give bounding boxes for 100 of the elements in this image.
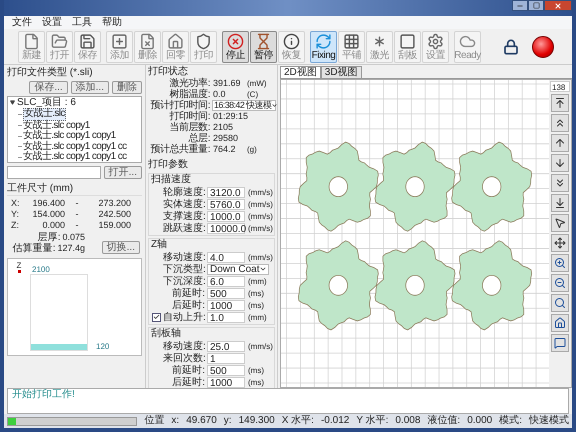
- dash-label: -: [74, 198, 80, 209]
- tree-item[interactable]: 女战士.slc copy1: [23, 120, 90, 131]
- param-field[interactable]: 10000.0: [207, 222, 245, 234]
- lock-icon[interactable]: [503, 38, 519, 54]
- close-icon[interactable]: [544, 0, 572, 11]
- layer-field[interactable]: 138: [550, 81, 570, 92]
- status-value: 764.2: [213, 144, 237, 155]
- status-text: 0.000: [467, 416, 492, 426]
- param-field[interactable]: 3120.0: [207, 186, 245, 198]
- unit-label: (mW): [247, 78, 267, 89]
- zoom-out-icon[interactable]: [551, 274, 569, 292]
- file-button[interactable]: 添加...: [70, 81, 109, 94]
- status-label: 打印时间:: [168, 111, 210, 122]
- part-slice[interactable]: [451, 142, 532, 232]
- minimize-icon[interactable]: [512, 0, 528, 11]
- part-slice[interactable]: [298, 240, 379, 330]
- double-down-icon[interactable]: [551, 174, 569, 192]
- dropdown-caret-icon[interactable]: [271, 102, 278, 109]
- param-field[interactable]: 25.0: [207, 340, 245, 352]
- toolbar-button[interactable]: 停止: [222, 30, 249, 62]
- file-button[interactable]: 删除: [112, 81, 142, 94]
- param-label: 下沉类型:: [163, 264, 205, 274]
- tree-item[interactable]: 女战士.slc copy1 copy1 cc: [23, 152, 127, 162]
- param-label: 移动速度:: [163, 340, 205, 352]
- zoom-in-icon[interactable]: [551, 254, 569, 272]
- param-label: 支撑速度:: [163, 210, 205, 222]
- panel-title: 打印文件类型 (*.sli): [7, 67, 94, 79]
- file-button[interactable]: 保存...: [29, 81, 68, 94]
- log-line: 开始打印工作!: [12, 389, 76, 401]
- unit-label: (mm/s): [248, 222, 273, 234]
- home-icon[interactable]: [551, 314, 569, 332]
- dropdown-caret-icon[interactable]: [259, 265, 268, 273]
- top-value: 2100: [32, 265, 51, 274]
- menu-item[interactable]: 工具: [72, 17, 92, 28]
- param-field[interactable]: 1000: [207, 300, 245, 310]
- path-field[interactable]: [7, 166, 101, 179]
- menu-item[interactable]: 帮助: [102, 17, 122, 28]
- status-text: y:: [224, 416, 232, 426]
- param-select[interactable]: Down Coat: [207, 264, 269, 274]
- status-label: 当前层数:: [168, 122, 210, 133]
- toolbar-button[interactable]: 暂停: [250, 30, 277, 62]
- menu-item[interactable]: 文件: [12, 17, 32, 28]
- tree-item[interactable]: SLC_项目 : 6: [17, 97, 76, 108]
- move-icon[interactable]: [551, 234, 569, 252]
- part-slice[interactable]: [451, 240, 532, 330]
- param-field[interactable]: 6.0: [207, 276, 245, 286]
- estimate-select[interactable]: 16:38:42 快速模: [212, 100, 276, 111]
- tree-toggle-icon[interactable]: [10, 100, 15, 105]
- plus-icon: [111, 32, 128, 50]
- param-field[interactable]: 5760.0: [207, 198, 245, 210]
- open-button[interactable]: 打开...: [104, 166, 142, 179]
- message-icon[interactable]: [551, 334, 569, 352]
- part-slice[interactable]: [374, 142, 456, 232]
- tree-item[interactable]: 女战士.slc: [23, 108, 66, 120]
- auto-rise-checkbox[interactable]: [152, 312, 160, 322]
- view-tab[interactable]: 3D视图: [320, 66, 362, 78]
- tree-item[interactable]: 女战士.slc copy1 copy1: [23, 131, 116, 142]
- param-label: 下沉深度:: [163, 276, 205, 286]
- part-slice[interactable]: [298, 142, 379, 232]
- view-tab[interactable]: 2D视图: [280, 66, 321, 78]
- pointer-icon[interactable]: [551, 214, 569, 232]
- settings-icon: [427, 32, 444, 50]
- tree-item[interactable]: 女战士.slc copy1 copy1 cc: [23, 142, 127, 152]
- unit-label: (mm): [248, 312, 267, 322]
- bottom-value: 120: [96, 342, 110, 351]
- status-value: 0.0: [213, 89, 227, 100]
- param-label: 来回次数:: [163, 352, 205, 364]
- floppy-icon: [79, 32, 96, 50]
- unit-label: (C): [247, 89, 258, 100]
- param-field[interactable]: 500: [207, 288, 245, 298]
- status-label: 总层:: [188, 133, 210, 144]
- param-field[interactable]: 4.0: [207, 252, 245, 262]
- hourglass-icon: [255, 32, 272, 50]
- min-value: 0.000: [41, 220, 65, 231]
- param-field[interactable]: 500: [207, 364, 245, 376]
- toolbar-button[interactable]: Fixing: [310, 30, 337, 62]
- status-value: 01:29:15: [213, 111, 247, 122]
- emergency-stop-icon[interactable]: [532, 36, 554, 58]
- status-label: 树脂温度:: [170, 89, 210, 100]
- switch-button[interactable]: 切换...: [102, 241, 140, 254]
- double-up-icon[interactable]: [551, 114, 569, 132]
- param-field[interactable]: 1000: [207, 376, 245, 388]
- axis-label: Y:: [11, 209, 20, 220]
- search-icon[interactable]: [551, 294, 569, 312]
- arrow-up-icon[interactable]: [551, 134, 569, 152]
- part-slice[interactable]: [374, 240, 456, 330]
- house-icon: [167, 32, 184, 50]
- status-text: X 水平:: [282, 416, 314, 426]
- menu-item[interactable]: 设置: [42, 17, 62, 28]
- param-field[interactable]: 1: [207, 352, 245, 364]
- stop-icon: [227, 32, 244, 50]
- maximize-icon[interactable]: [528, 0, 544, 11]
- max-value: 159.000: [97, 220, 131, 231]
- param-field[interactable]: 1000.0: [207, 210, 245, 222]
- param-label: 移动速度:: [163, 252, 205, 262]
- min-value: 196.400: [31, 198, 65, 209]
- arrow-down-icon[interactable]: [551, 154, 569, 172]
- status-text: 模式:: [499, 416, 522, 426]
- status-label: 预计打印时间:: [150, 100, 210, 111]
- param-field[interactable]: 1.0: [207, 312, 245, 322]
